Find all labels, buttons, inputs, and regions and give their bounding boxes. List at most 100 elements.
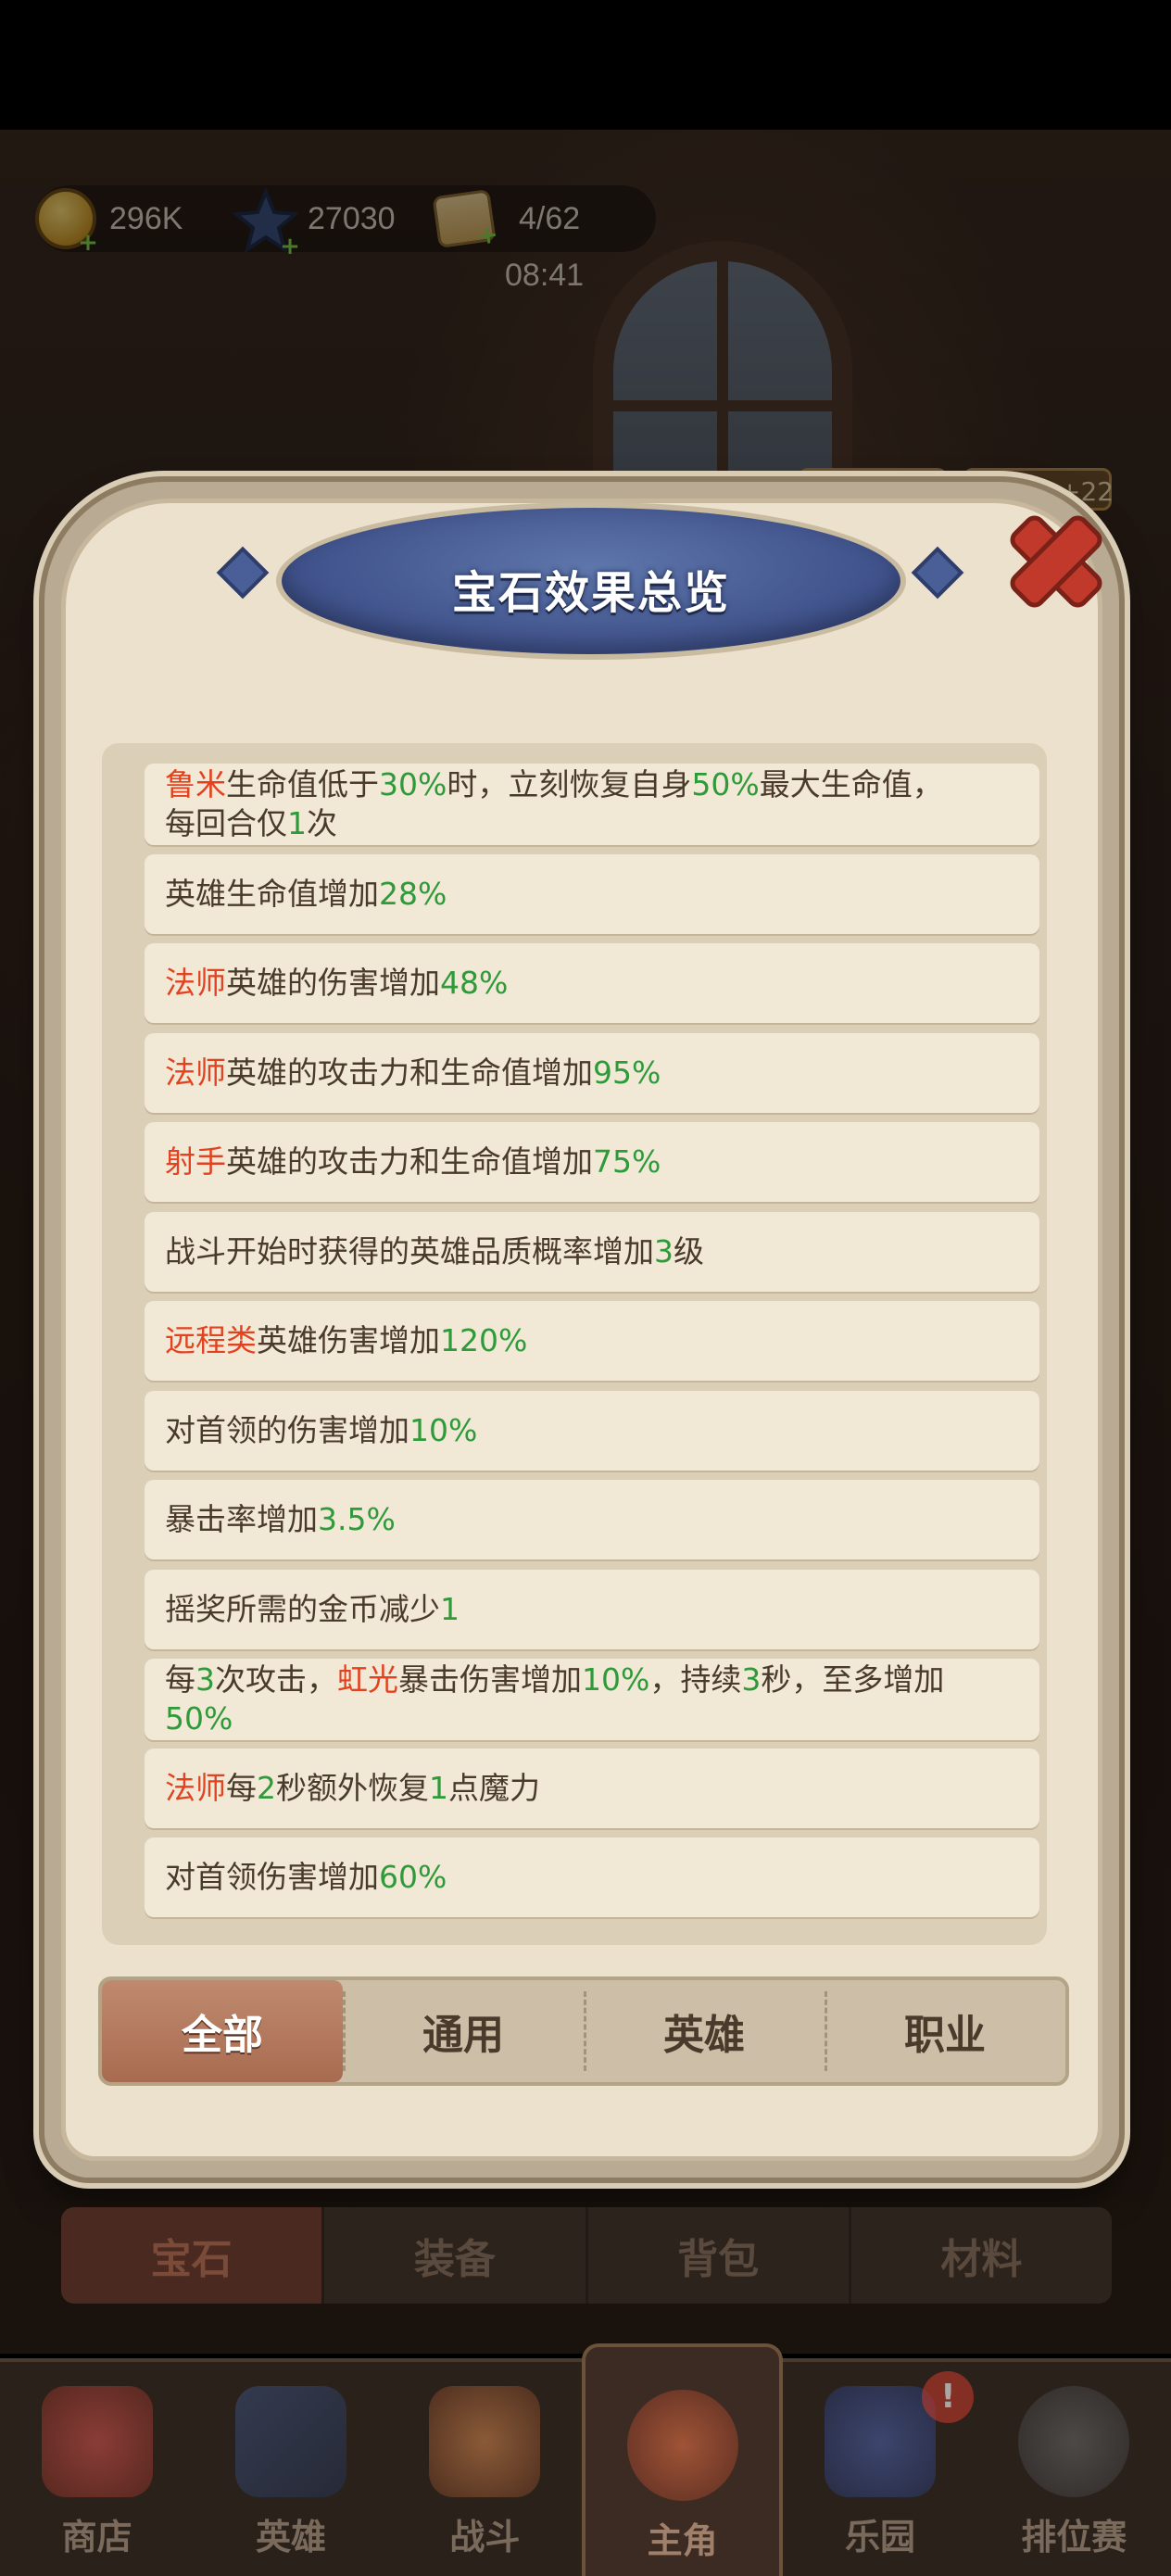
battle-icon [429, 2386, 541, 2497]
lock-icon [1018, 2386, 1130, 2497]
gold-value: 296K [109, 200, 183, 236]
effect-fragment: ，持续 [649, 1661, 742, 1698]
effect-fragment: 摇奖所需的金币减少 [165, 1591, 440, 1627]
effect-fragment: 对首领的伤害增加 [165, 1412, 409, 1448]
effect-row: 暴击率增加3.5% [145, 1480, 1039, 1559]
currency-bar: + 296K + 27030 + 4/62 [35, 185, 656, 259]
effect-keyword: 法师 [165, 1054, 226, 1091]
plus-icon: + [78, 229, 98, 257]
nav-ranked[interactable]: 排位赛 [977, 2362, 1171, 2576]
effect-value: 50% [691, 766, 760, 802]
effect-row: 英雄生命值增加28% [145, 854, 1039, 934]
effect-row: 法师英雄的攻击力和生命值增加95% [145, 1033, 1039, 1113]
effect-fragment: 对首领伤害增加 [165, 1859, 379, 1895]
effect-value: 3 [654, 1233, 674, 1269]
effect-keyword: 射手 [165, 1143, 226, 1180]
effect-fragment: 级 [674, 1233, 704, 1269]
refresh-timer: 08:41 [505, 258, 585, 293]
filter-tab-general[interactable]: 通用 [343, 1980, 584, 2082]
hero-cards-icon [234, 2386, 346, 2497]
effect-value: 95% [593, 1054, 661, 1091]
effect-fragment: 每 [226, 1770, 257, 1806]
effect-value: 10% [409, 1412, 478, 1448]
effect-value: 3 [741, 1661, 762, 1698]
effect-text: 对首领的伤害增加10% [165, 1411, 477, 1450]
effect-fragment: 时，立刻恢复自身 [447, 766, 692, 802]
effect-text: 射手英雄的攻击力和生命值增加75% [165, 1143, 661, 1181]
nav-park[interactable]: ! 乐园 [783, 2362, 976, 2576]
shop-icon [41, 2386, 153, 2497]
effect-value: 1 [429, 1770, 448, 1806]
bottom-nav: 商店 英雄 战斗 主角 ! 乐园 排位赛 [0, 2343, 1171, 2576]
effect-value: 60% [379, 1859, 447, 1895]
effect-value: 30% [379, 766, 447, 802]
card-counter[interactable]: + 4/62 [432, 185, 580, 252]
effect-row: 法师每2秒额外恢复1点魔力 [145, 1749, 1039, 1828]
effects-list[interactable]: 鲁米生命值低于30%时，立刻恢复自身50%最大生命值， 每回合仅1次英雄生命值增… [102, 743, 1047, 1945]
effect-fragment: 英雄的攻击力和生命值增加 [226, 1054, 593, 1091]
gem-counter[interactable]: + 27030 [231, 185, 396, 259]
effect-fragment: 英雄生命值增加 [165, 876, 379, 912]
gem-value: 27030 [308, 200, 396, 236]
effect-text: 鲁米生命值低于30%时，立刻恢复自身50%最大生命值， 每回合仅1次 [165, 765, 943, 843]
gold-coin-icon: + [35, 188, 98, 255]
effect-fragment: 暴击伤害增加 [398, 1661, 582, 1698]
effect-fragment: 英雄的攻击力和生命值增加 [226, 1143, 593, 1180]
effect-text: 摇奖所需的金币减少1 [165, 1590, 460, 1629]
effect-row: 战斗开始时获得的英雄品质概率增加3级 [145, 1212, 1039, 1292]
effect-fragment: 秒额外恢复 [276, 1770, 429, 1806]
effect-fragment: 暴击率增加 [165, 1501, 318, 1537]
effect-keyword: 法师 [165, 965, 226, 1001]
dialog-title: 宝石效果总览 [451, 567, 730, 619]
park-icon [824, 2386, 936, 2497]
effect-value: 3.5% [318, 1501, 396, 1537]
effect-value: 1 [440, 1591, 460, 1627]
plus-icon: + [280, 233, 300, 260]
effect-fragment: 秒，至多增加 [761, 1661, 945, 1698]
filter-tabs: 全部 通用 英雄 职业 [98, 1976, 1069, 2086]
effect-row: 对首领伤害增加60% [145, 1837, 1039, 1917]
close-icon[interactable] [996, 500, 1107, 612]
filter-tab-hero[interactable]: 英雄 [584, 1980, 825, 2082]
nav-label: 主角 [647, 2520, 718, 2561]
alert-badge: ! [922, 2371, 975, 2423]
effect-value: 2 [257, 1770, 276, 1806]
filter-tab-all[interactable]: 全部 [102, 1980, 343, 2082]
tab-materials[interactable]: 材料 [851, 2207, 1112, 2304]
effect-fragment: 生命值低于 [226, 766, 379, 802]
effect-text: 暴击率增加3.5% [165, 1500, 396, 1539]
nav-label: 排位赛 [1021, 2517, 1127, 2557]
nav-battle[interactable]: 战斗 [388, 2362, 582, 2576]
inventory-tabs: 宝石 装备 背包 材料 [61, 2207, 1112, 2304]
nav-label: 乐园 [844, 2517, 915, 2557]
effect-text: 法师英雄的攻击力和生命值增加95% [165, 1054, 661, 1092]
effect-text: 每3次攻击，虹光暴击伤害增加10%，持续3秒，至多增加 50% [165, 1661, 944, 1738]
effect-row: 对首领的伤害增加10% [145, 1391, 1039, 1471]
effect-row: 每3次攻击，虹光暴击伤害增加10%，持续3秒，至多增加 50% [145, 1659, 1039, 1740]
effect-text: 战斗开始时获得的英雄品质概率增加3级 [165, 1232, 704, 1271]
nav-label: 战斗 [449, 2517, 521, 2557]
filter-tab-class[interactable]: 职业 [825, 1980, 1065, 2082]
effect-value: 3 [195, 1661, 215, 1698]
tab-equipment[interactable]: 装备 [324, 2207, 588, 2304]
effect-fragment: 战斗开始时获得的英雄品质概率增加 [165, 1233, 654, 1269]
effect-keyword: 远程类 [165, 1322, 257, 1358]
effect-row: 射手英雄的攻击力和生命值增加75% [145, 1122, 1039, 1202]
effect-value: 48% [440, 965, 509, 1001]
nav-shop[interactable]: 商店 [0, 2362, 194, 2576]
nav-label: 英雄 [255, 2517, 326, 2557]
nav-label: 商店 [61, 2517, 132, 2557]
effect-fragment: 英雄伤害增加 [257, 1322, 440, 1358]
nav-heroes[interactable]: 英雄 [194, 2362, 387, 2576]
tab-gems[interactable]: 宝石 [61, 2207, 325, 2304]
card-icon: + [432, 188, 500, 251]
effect-text: 英雄生命值增加28% [165, 875, 447, 914]
effect-row: 鲁米生命值低于30%时，立刻恢复自身50%最大生命值， 每回合仅1次 [145, 764, 1039, 845]
effect-keyword: 法师 [165, 1770, 226, 1806]
effect-fragment: 次 [307, 805, 337, 841]
gold-counter[interactable]: + 296K [35, 185, 183, 255]
tab-backpack[interactable]: 背包 [588, 2207, 851, 2304]
effect-row: 法师英雄的伤害增加48% [145, 943, 1039, 1023]
nav-protagonist[interactable]: 主角 [581, 2343, 784, 2576]
title-banner: 宝石效果总览 [276, 502, 906, 660]
